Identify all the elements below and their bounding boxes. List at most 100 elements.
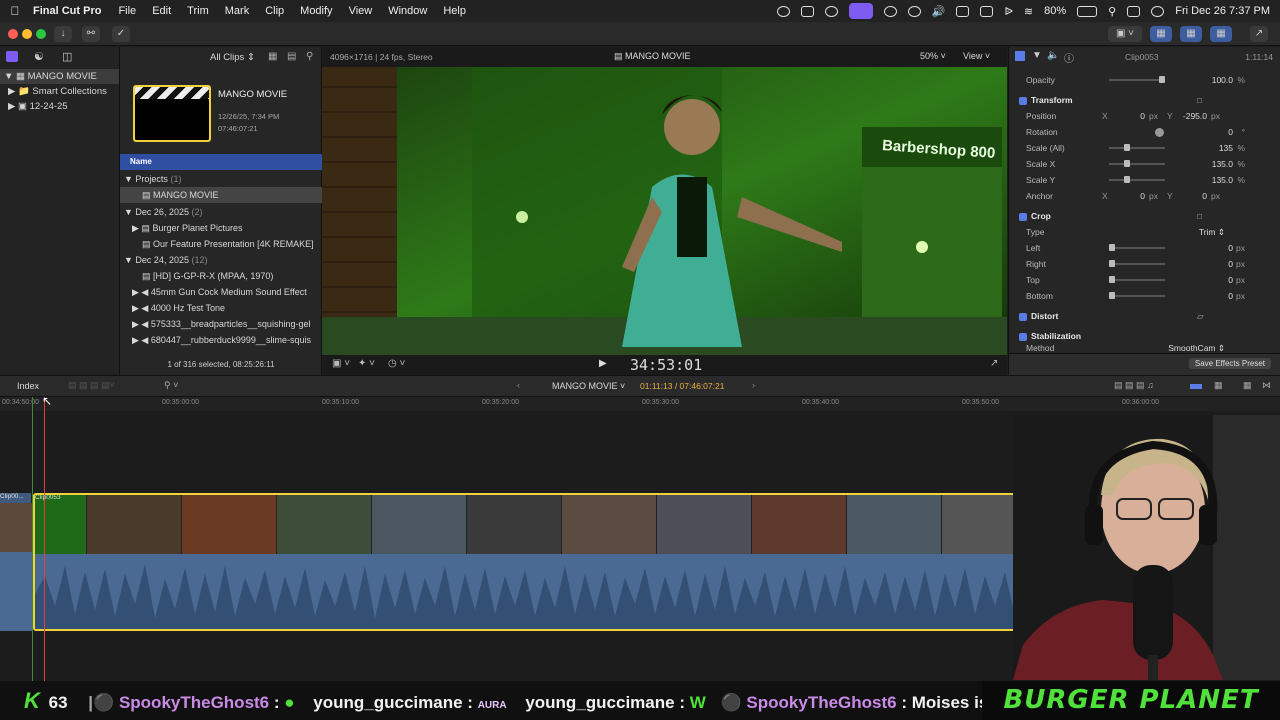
menu-view[interactable]: View [341,5,381,17]
audio-inspector-icon[interactable]: 🔈 [1047,50,1059,61]
scale-x-slider[interactable] [1109,160,1165,167]
list-item[interactable]: ▤ [HD] G-GP-R-X (MPAA, 1970) [120,268,322,284]
battery-icon[interactable] [1077,5,1098,17]
crop-right-value[interactable]: 0 [1228,256,1233,272]
bluetooth-icon[interactable]: ᐉ [1004,5,1012,18]
timeline-tools-icons[interactable]: ▤ ▤ ▤ ♫ [1114,380,1154,391]
menu-help[interactable]: Help [435,5,474,17]
distort-onscreen-icon[interactable]: ▱ [1197,308,1204,324]
slider-knob[interactable] [1109,292,1115,299]
play-icon[interactable]: ▶ [599,358,607,369]
zoom-tool-icon[interactable]: ⚲ ˅ [164,380,178,391]
status-grid-icon[interactable] [800,5,814,17]
back-history-icon[interactable]: ‹ [517,380,520,390]
control-center-icon[interactable] [1127,5,1141,17]
play-circle-icon[interactable] [883,5,897,17]
filmstrip-view-icon[interactable]: ▦ [268,51,277,62]
list-item[interactable]: ▶ ◀ 4000 Hz Test Tone [120,300,322,316]
timeline-ruler[interactable]: 00:34:50:00 00:35:00:00 00:35:10:00 00:3… [0,397,1280,411]
crop-onscreen-icon[interactable]: □ [1197,208,1202,224]
apple-icon[interactable]:  [0,4,30,18]
wifi-icon[interactable]: ≋ [1024,5,1033,18]
menu-mark[interactable]: Mark [217,5,257,17]
rotation-dial[interactable] [1155,128,1164,137]
edit-buttons[interactable]: ▤ ▤ ▤ ▤˅ [68,380,115,391]
layout-menu-icon[interactable]: ▣ ˅ [1108,26,1142,42]
import-icon[interactable]: ↓ [54,26,72,42]
audio-waveform[interactable] [35,554,1101,629]
app-menu[interactable]: Final Cut Pro [30,5,110,17]
slider-knob[interactable] [1124,160,1130,167]
titles-generators-icon[interactable]: ◫ [62,50,72,63]
speed-icon[interactable]: ◷ ˅ [388,358,405,369]
group-dec-24[interactable]: ▼ Dec 24, 2025 (12) [120,252,322,268]
scale-all-slider[interactable] [1109,144,1165,151]
slider-knob[interactable] [1159,76,1165,83]
mic-icon[interactable] [956,5,970,17]
status-cloud-icon[interactable] [824,5,838,17]
skimming-icon[interactable] [1190,384,1202,389]
minimize-window-button[interactable] [22,29,32,39]
distort-checkbox[interactable] [1019,312,1027,321]
transform-checkbox[interactable] [1019,96,1027,105]
search-icon[interactable]: ⚲ [306,51,313,62]
video-inspector-icon[interactable] [1015,51,1025,61]
share-icon[interactable]: ↗ [1250,26,1268,42]
menu-window[interactable]: Window [380,5,435,17]
rotation-value[interactable]: 0 [1228,124,1233,140]
slider-knob[interactable] [1109,276,1115,283]
list-item[interactable]: ▶ ◀ 575333__breadparticles__squishing-ge… [120,316,322,332]
volume-icon[interactable]: 🔊 [932,5,946,18]
group-dec-26[interactable]: ▼ Dec 26, 2025 (2) [120,204,322,220]
timeline-index-icon[interactable]: ▦ [1243,380,1252,391]
crop-section[interactable]: Crop □ [1009,208,1280,224]
position-x-value[interactable]: 0 [1125,108,1145,124]
library-item-smart-collections[interactable]: ▶ 📁 Smart Collections [0,84,119,99]
list-item[interactable]: ▶ ◀ 680447__rubberduck9999__slime-squis [120,332,322,348]
scale-all-value[interactable]: 135 [1219,140,1233,156]
menu-modify[interactable]: Modify [292,5,340,17]
fullscreen-icon[interactable]: ↗ [990,358,998,369]
screen-record-icon[interactable] [848,3,873,19]
stabilization-checkbox[interactable] [1019,332,1027,341]
photos-audio-icon[interactable]: ☯ [34,50,44,63]
magic-wand-icon[interactable]: ✦ ˅ [358,358,375,369]
anchor-x-value[interactable]: 0 [1125,188,1145,204]
opacity-slider[interactable] [1109,76,1165,83]
clip-filter-dropdown[interactable]: All Clips ⇕ [210,52,255,63]
library-item-mango-movie[interactable]: ▼ ▦ MANGO MOVIE [0,69,119,84]
menu-file[interactable]: File [110,5,144,17]
inspector-toggle-icon[interactable]: ▦ [1210,26,1232,42]
view-dropdown[interactable]: View ˅ [963,51,990,61]
opacity-value[interactable]: 100.0 [1212,72,1233,88]
clip-appearance-icon[interactable]: ▦ [1214,380,1223,391]
slider-knob[interactable] [1124,176,1130,183]
crop-top-value[interactable]: 0 [1228,272,1233,288]
previous-clip-audio[interactable] [0,552,33,631]
method-dropdown[interactable]: SmoothCam ⇕ [1168,343,1225,352]
scale-y-value[interactable]: 135.0 [1212,172,1233,188]
libraries-icon[interactable] [6,51,18,62]
list-item[interactable]: ▶ ▤ Burger Planet Pictures [120,220,322,236]
stabilization-section[interactable]: Stabilization [1009,328,1280,344]
position-y-value[interactable]: -295.0 [1177,108,1207,124]
crop-right-slider[interactable] [1109,260,1165,267]
list-view-icon[interactable]: ▤ [287,51,296,62]
transform-onscreen-icon[interactable]: □ [1197,92,1202,108]
group-projects[interactable]: ▼ Projects (1) [120,171,322,187]
siri-icon[interactable] [1151,5,1165,17]
crop-bottom-value[interactable]: 0 [1228,288,1233,304]
background-tasks-icon[interactable]: ✓ [112,26,130,42]
timeline-project-dropdown[interactable]: MANGO MOVIE ˅ [552,381,625,391]
timeline-toggle-icon[interactable]: ▦ [1180,26,1202,42]
slider-knob[interactable] [1109,244,1115,251]
crop-left-value[interactable]: 0 [1228,240,1233,256]
scale-x-value[interactable]: 135.0 [1212,156,1233,172]
list-item[interactable]: ▤ MANGO MOVIE [120,187,322,203]
library-item-event[interactable]: ▶ ▣ 12-24-25 [0,99,119,114]
slider-knob[interactable] [1109,260,1115,267]
anchor-y-value[interactable]: 0 [1177,188,1207,204]
info-inspector-icon[interactable]: ⓘ [1064,50,1074,65]
keywords-icon[interactable]: ⚯ [82,26,100,42]
distort-section[interactable]: Distort ▱ [1009,308,1280,324]
